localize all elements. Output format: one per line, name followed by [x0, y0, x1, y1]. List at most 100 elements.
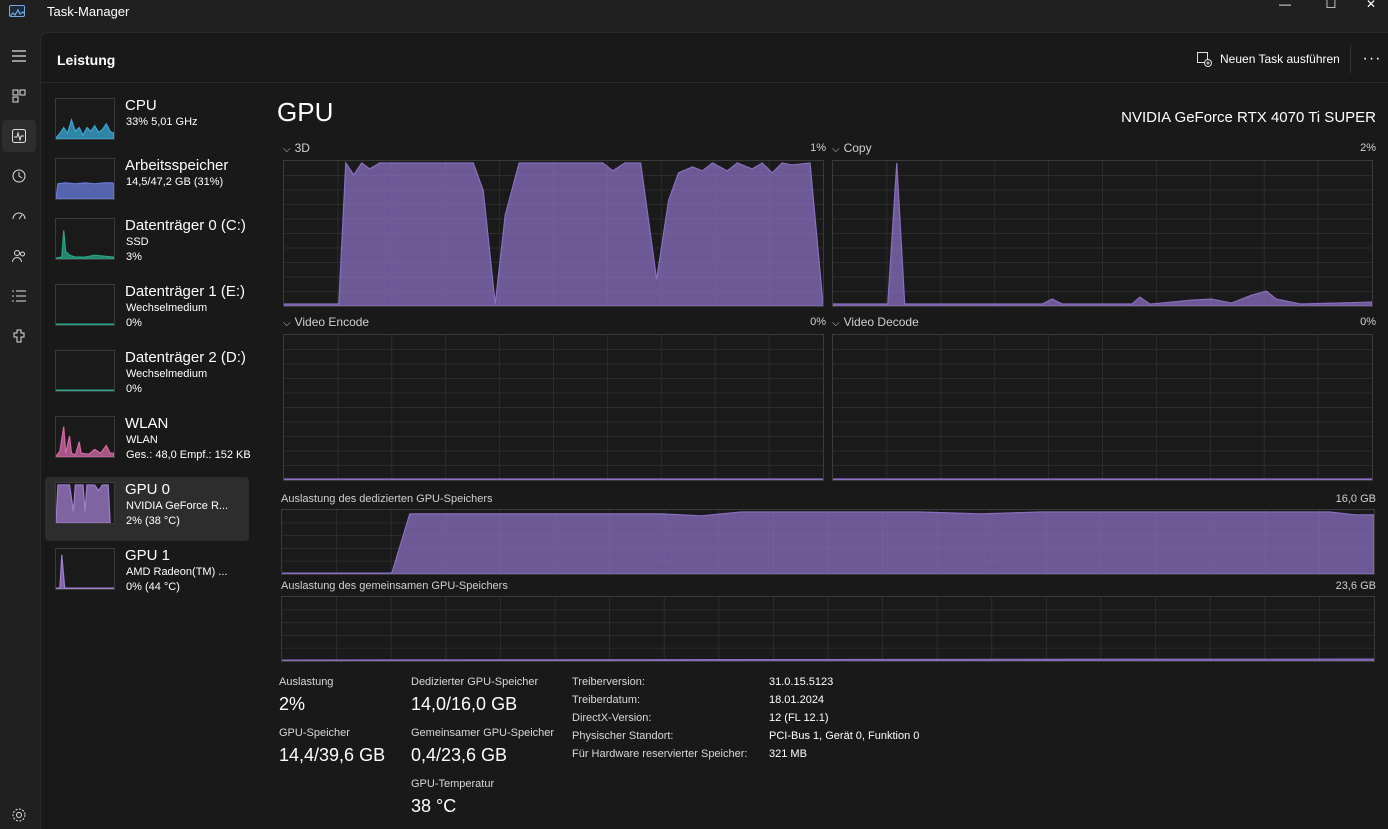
sidebar-item-detail: Wechselmedium	[126, 368, 208, 380]
page-header: Leistung Neuen Task ausführen ···	[41, 33, 1388, 83]
nav-app-history[interactable]	[2, 160, 36, 192]
sidebar-item-disk-0[interactable]: Datenträger 0 (C:) SSD 3%	[45, 213, 249, 277]
sidebar-item-usage: 0%	[126, 383, 142, 395]
nav-performance[interactable]	[2, 120, 36, 152]
engine-video-decode-plot	[833, 335, 1372, 480]
close-button[interactable]: ✕	[1354, 0, 1388, 14]
engine-3d-label[interactable]: ⌵ 3D	[283, 141, 310, 155]
app-history-icon	[12, 169, 26, 183]
sidebar-item-disk-2[interactable]: Datenträger 2 (D:) Wechselmedium 0%	[45, 345, 249, 409]
engine-3d-value: 1%	[810, 142, 826, 154]
sidebar-item-memory[interactable]: Arbeitsspeicher 14,5/47,2 GB (31%)	[45, 153, 249, 217]
engine-video-encode-label[interactable]: ⌵ Video Encode	[283, 315, 369, 329]
sidebar-thumbnail-graph	[55, 218, 115, 260]
sidebar-thumbnail-graph	[55, 284, 115, 326]
gpu-memory-label: GPU-Speicher	[279, 727, 350, 739]
nav-startup-apps[interactable]	[2, 200, 36, 232]
sidebar-item-detail: Wechselmedium	[126, 302, 208, 314]
shared-memory-graph-max: 23,6 GB	[1335, 580, 1376, 592]
gpu-memory-value: 14,4/39,6 GB	[279, 745, 386, 765]
sidebar-item-detail: SSD	[126, 236, 149, 248]
sidebar-item-gpu-1[interactable]: GPU 1 AMD Radeon(TM) ... 0% (44 °C)	[45, 543, 249, 607]
sidebar-item-detail: NVIDIA GeForce R...	[126, 500, 229, 512]
sidebar-item-name: Datenträger 0 (C:)	[125, 217, 246, 234]
chevron-down-icon: ⌵	[283, 318, 291, 329]
sidebar-thumbnail-graph	[55, 416, 115, 458]
sidebar-item-detail: 33% 5,01 GHz	[126, 116, 198, 128]
driver-info-key: DirectX-Version:	[572, 712, 652, 724]
more-options-button[interactable]: ···	[1359, 46, 1385, 72]
app-title: Task-Manager	[47, 4, 130, 19]
dedicated-memory-graph-max: 16,0 GB	[1335, 493, 1376, 505]
shared-memory-graph-label: Auslastung des gemeinsamen GPU-Speichers	[281, 580, 508, 592]
driver-info-value: PCI-Bus 1, Gerät 0, Funktion 0	[769, 730, 920, 742]
dedicated-memory-plot	[282, 510, 1374, 574]
sidebar-item-detail: AMD Radeon(TM) ...	[126, 566, 228, 578]
users-icon	[12, 250, 25, 263]
sidebar-item-name: Arbeitsspeicher	[125, 157, 229, 174]
thumbnail-usage-area	[56, 230, 114, 259]
processes-icon	[12, 89, 26, 103]
sidebar-item-name: Datenträger 2 (D:)	[125, 349, 246, 366]
thumbnail-plot	[56, 182, 114, 199]
thumbnail-usage-area	[56, 484, 111, 523]
shared-memory-usage-area	[282, 658, 1374, 661]
run-new-task-button[interactable]: Neuen Task ausführen	[1192, 46, 1344, 72]
chevron-down-icon: ⌵	[832, 318, 840, 329]
3d-usage-area	[284, 161, 823, 306]
gpu-temperature-label: GPU-Temperatur	[411, 778, 495, 790]
gpu-title: GPU	[277, 97, 334, 127]
sidebar-item-usage: 3%	[126, 251, 142, 263]
run-task-icon	[1197, 52, 1212, 67]
sidebar-item-usage: 0%	[126, 317, 142, 329]
thumbnail-usage-area	[56, 554, 114, 589]
thumbnail-usage-area	[56, 182, 114, 199]
minimize-button[interactable]: —	[1262, 0, 1308, 14]
shared-memory-plot	[282, 597, 1374, 661]
sidebar-item-gpu-0[interactable]: GPU 0 NVIDIA GeForce R... 2% (38 °C)	[45, 477, 249, 541]
sidebar-item-cpu[interactable]: CPU 33% 5,01 GHz	[45, 93, 249, 157]
engine-video-encode-value: 0%	[810, 316, 826, 328]
nav-processes[interactable]	[2, 80, 36, 112]
dedicated-memory-value: 14,0/16,0 GB	[411, 694, 518, 714]
driver-info-key: Physischer Standort:	[572, 730, 674, 742]
video-encode-usage-area	[284, 478, 823, 480]
dedicated-memory-graph-label: Auslastung des dedizierten GPU-Speichers	[281, 493, 493, 505]
driver-info-key: Treiberdatum:	[572, 694, 641, 706]
run-task-label: Neuen Task ausführen	[1220, 52, 1340, 66]
engine-video-encode-plot	[284, 335, 823, 480]
sidebar-item-usage: Ges.: 48,0 Empf.: 152 KB	[126, 449, 251, 461]
hamburger-menu-button[interactable]	[2, 40, 36, 72]
driver-info-value: 12 (FL 12.1)	[769, 712, 829, 724]
sidebar-thumbnail-graph	[55, 482, 115, 524]
utilization-value: 2%	[279, 694, 306, 714]
thumbnail-plot	[56, 484, 111, 523]
sidebar-thumbnail-graph	[55, 548, 115, 590]
services-icon	[13, 329, 25, 343]
sidebar-item-wlan[interactable]: WLAN WLAN Ges.: 48,0 Empf.: 152 KB	[45, 411, 251, 475]
gpu-temperature-value: 38 °C	[411, 796, 457, 816]
maximize-button[interactable]: ☐	[1308, 0, 1354, 14]
engine-video-decode-label[interactable]: ⌵ Video Decode	[832, 315, 919, 329]
sidebar-item-name: Datenträger 1 (E:)	[125, 283, 246, 300]
nav-users[interactable]	[2, 240, 36, 272]
header-separator	[1350, 45, 1351, 73]
dedicated-memory-usage-area	[282, 511, 1374, 574]
thumbnail-plot	[56, 426, 114, 457]
driver-info-value: 321 MB	[769, 748, 807, 760]
nav-settings[interactable]	[2, 799, 36, 829]
utilization-label: Auslastung	[279, 676, 334, 688]
sidebar-item-disk-1[interactable]: Datenträger 1 (E:) Wechselmedium 0%	[45, 279, 249, 343]
thumbnail-usage-area	[56, 426, 114, 457]
sidebar-item-name: WLAN	[125, 415, 169, 432]
nav-services[interactable]	[2, 320, 36, 352]
details-icon	[12, 290, 26, 302]
settings-icon	[12, 808, 26, 822]
startup-apps-icon	[12, 212, 26, 220]
engine-copy-label[interactable]: ⌵ Copy	[832, 141, 872, 155]
engine-copy-graph	[832, 160, 1373, 307]
engine-video-decode-graph	[832, 334, 1373, 481]
shared-memory-value: 0,4/23,6 GB	[411, 745, 508, 765]
nav-details[interactable]	[2, 280, 36, 312]
page-title: Leistung	[57, 52, 116, 68]
